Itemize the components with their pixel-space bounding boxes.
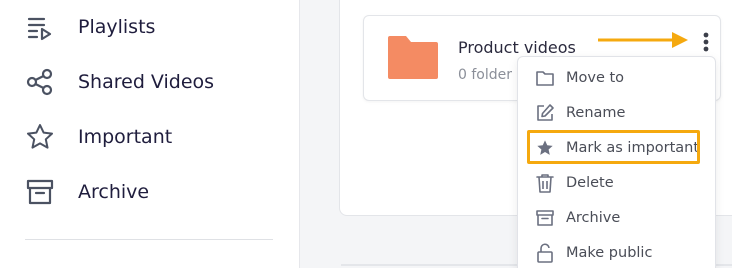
folder-title[interactable]: Product videos bbox=[458, 38, 576, 57]
folder-outline-icon bbox=[535, 68, 555, 88]
menu-item-label: Delete bbox=[566, 175, 614, 191]
trash-icon bbox=[535, 173, 555, 193]
playlist-icon bbox=[24, 11, 56, 43]
edit-icon bbox=[535, 103, 555, 123]
sidebar-item-archive[interactable]: Archive bbox=[24, 175, 149, 209]
more-options-icon[interactable] bbox=[696, 30, 716, 54]
sidebar-item-label: Playlists bbox=[78, 16, 156, 38]
archive-icon bbox=[24, 176, 56, 208]
menu-item-label: Move to bbox=[566, 70, 625, 86]
sidebar-item-label: Important bbox=[78, 126, 173, 148]
menu-item-label: Archive bbox=[566, 210, 621, 226]
menu-item-archive[interactable]: Archive bbox=[518, 203, 717, 233]
unlock-icon bbox=[535, 243, 555, 263]
menu-item-delete[interactable]: Delete bbox=[518, 168, 717, 198]
menu-item-label: Make public bbox=[566, 245, 653, 261]
archive-icon bbox=[535, 208, 555, 228]
sidebar-divider bbox=[25, 239, 273, 240]
share-icon bbox=[24, 66, 56, 98]
menu-item-label: Rename bbox=[566, 105, 626, 121]
sidebar-item-label: Shared Videos bbox=[78, 71, 215, 93]
menu-item-make-public[interactable]: Make public bbox=[518, 238, 717, 268]
pointer-arrow-icon bbox=[598, 30, 690, 54]
menu-item-rename[interactable]: Rename bbox=[518, 98, 717, 128]
highlight-box bbox=[527, 130, 700, 164]
folder-icon bbox=[386, 34, 440, 84]
sidebar-item-important[interactable]: Important bbox=[24, 120, 172, 154]
sidebar-item-shared-videos[interactable]: Shared Videos bbox=[24, 65, 214, 99]
sidebar-item-label: Archive bbox=[78, 181, 150, 203]
folder-count: 0 folder bbox=[458, 67, 512, 83]
sidebar-item-playlists[interactable]: Playlists bbox=[24, 10, 155, 44]
sidebar: Playlists Shared Videos Important Archiv… bbox=[0, 0, 300, 268]
star-icon bbox=[24, 121, 56, 153]
menu-item-move-to[interactable]: Move to bbox=[518, 63, 717, 93]
